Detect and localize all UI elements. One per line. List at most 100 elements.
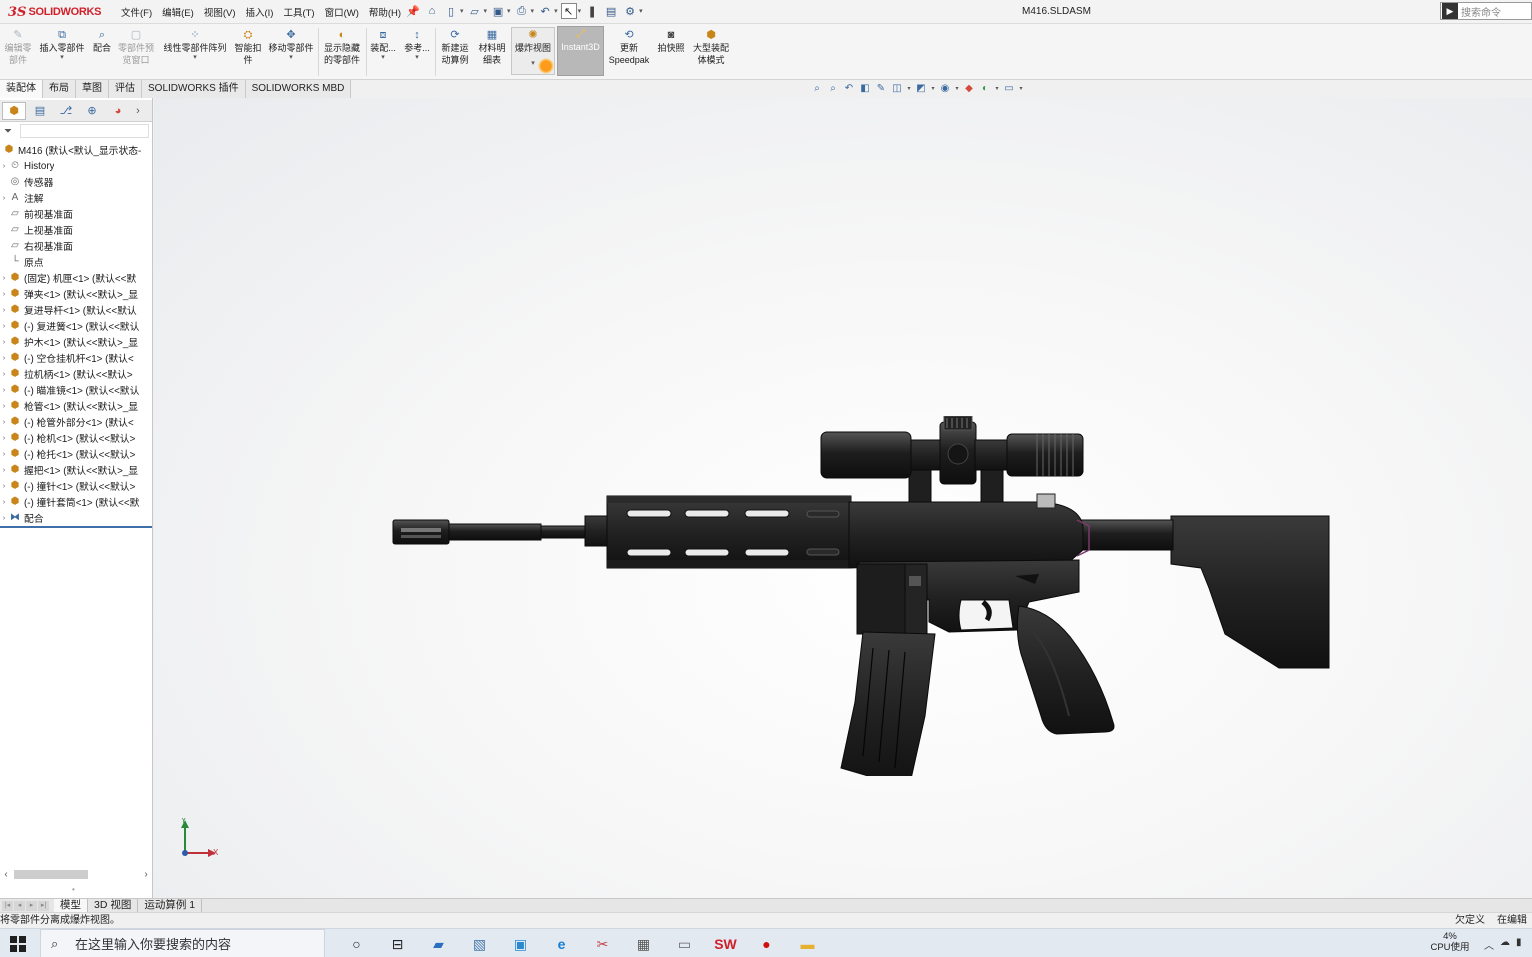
expand-arrow-icon[interactable]: › bbox=[0, 291, 8, 298]
cortana-icon[interactable]: ○ bbox=[336, 933, 377, 955]
expand-arrow-icon[interactable]: › bbox=[0, 467, 8, 474]
tree-item[interactable]: › ⬢ (-) 撞针套筒<1> (默认<<默 bbox=[0, 494, 152, 510]
search-command-icon[interactable]: ▶ bbox=[1442, 3, 1458, 19]
component-preview-window-button[interactable]: ▢ 零部件预 览窗口 bbox=[116, 28, 156, 66]
task-view-icon[interactable]: ⊟ bbox=[377, 933, 418, 955]
assembly-features-button[interactable]: ⧈ 装配... ▾ bbox=[368, 28, 398, 62]
expand-arrow-icon[interactable]: › bbox=[0, 355, 8, 362]
view-orientation-icon[interactable]: ◫ bbox=[890, 83, 904, 94]
file-properties-icon[interactable]: ▤ bbox=[603, 3, 619, 19]
scroll-track[interactable] bbox=[12, 869, 140, 879]
chevron-down-icon[interactable]: ▾ bbox=[460, 7, 464, 15]
menu-help[interactable]: 帮助(H) bbox=[364, 5, 406, 19]
chevron-down-icon[interactable]: ▾ bbox=[193, 54, 197, 62]
chevron-down-icon[interactable]: ▾ bbox=[954, 85, 960, 92]
scroll-right-icon[interactable]: › bbox=[140, 869, 152, 880]
chevron-down-icon[interactable]: ▾ bbox=[639, 7, 643, 15]
tree-item[interactable]: └ 原点 bbox=[0, 254, 152, 270]
reference-geometry-button[interactable]: ↕ 参考... ▾ bbox=[402, 28, 432, 62]
chevron-down-icon[interactable]: ▾ bbox=[60, 54, 64, 62]
menu-window[interactable]: 窗口(W) bbox=[320, 5, 364, 19]
large-assembly-mode-button[interactable]: ⬢ 大型装配 体模式 bbox=[690, 28, 732, 66]
property-manager-tab-icon[interactable]: ▤ bbox=[28, 102, 52, 120]
tree-item[interactable]: › ⬢ (-) 枪管外部分<1> (默认< bbox=[0, 414, 152, 430]
screen-recorder-icon[interactable]: ▭ bbox=[664, 933, 705, 955]
filter-input[interactable] bbox=[20, 124, 149, 138]
view-settings-icon[interactable]: ▭ bbox=[1002, 83, 1016, 94]
zoom-to-fit-icon[interactable]: ⌕ bbox=[810, 83, 824, 94]
expand-arrow-icon[interactable]: › bbox=[0, 339, 8, 346]
chevron-down-icon[interactable]: ▾ bbox=[531, 7, 535, 15]
scroll-left-icon[interactable]: ‹ bbox=[0, 869, 12, 880]
tree-item[interactable]: › ⏲ History bbox=[0, 158, 152, 174]
tree-item[interactable]: ▱ 右视基准面 bbox=[0, 238, 152, 254]
edit-appearance-icon[interactable]: ◆ bbox=[962, 83, 976, 94]
expand-arrow-icon[interactable]: › bbox=[0, 515, 8, 522]
instant3d-toggle[interactable]: ⤢ Instant3D bbox=[557, 26, 604, 76]
pin-icon[interactable]: 📌 bbox=[405, 3, 421, 19]
expand-arrow-icon[interactable]: › bbox=[0, 323, 8, 330]
windows-start-icon[interactable] bbox=[10, 936, 26, 952]
cloud-icon[interactable]: ☁ bbox=[1500, 937, 1510, 952]
expand-arrow-icon[interactable]: › bbox=[0, 499, 8, 506]
filter-icon[interactable]: ⏷ bbox=[4, 126, 12, 137]
section-view-icon[interactable]: ◧ bbox=[858, 83, 872, 94]
chevron-down-icon[interactable]: ▾ bbox=[289, 54, 293, 62]
move-component-button[interactable]: ✥ 移动零部件 ▾ bbox=[266, 28, 316, 62]
snipping-tool-icon[interactable]: ✂ bbox=[582, 933, 623, 955]
tree-item[interactable]: › ⬢ (-) 枪机<1> (默认<<默认> bbox=[0, 430, 152, 446]
show-hidden-components-button[interactable]: ◐ 显示隐藏 的零部件 bbox=[320, 28, 364, 66]
display-style-icon[interactable]: ◩ bbox=[914, 83, 928, 94]
traffic-light-icon[interactable]: ❚ bbox=[584, 3, 600, 19]
remote-desktop-icon[interactable]: ▣ bbox=[500, 933, 541, 955]
menu-insert[interactable]: 插入(I) bbox=[240, 5, 278, 19]
tree-item[interactable]: › ⬢ 复进导杆<1> (默认<<默认 bbox=[0, 302, 152, 318]
open-folder-icon[interactable]: ▱ bbox=[467, 3, 483, 19]
gear-icon[interactable]: ⚙ bbox=[622, 3, 638, 19]
calculator-icon[interactable]: ▦ bbox=[623, 933, 664, 955]
tab-evaluate[interactable]: 评估 bbox=[109, 80, 142, 98]
tab-solidworks-mbd[interactable]: SOLIDWORKS MBD bbox=[245, 80, 352, 98]
graphics-area[interactable]: Y X bbox=[154, 98, 1532, 898]
record-icon[interactable]: ● bbox=[746, 933, 787, 955]
rollback-bar[interactable] bbox=[0, 526, 152, 528]
linear-pattern-button[interactable]: ⁘ 线性零部件阵列 ▾ bbox=[160, 28, 230, 62]
last-tab-icon[interactable]: ▸| bbox=[38, 900, 49, 911]
chevron-down-icon[interactable]: ▾ bbox=[994, 85, 1000, 92]
feature-tree-tab-icon[interactable]: ⬢ bbox=[2, 101, 26, 120]
tree-item[interactable]: › ⬢ 握把<1> (默认<<默认>_显 bbox=[0, 462, 152, 478]
chevron-down-icon[interactable]: ▾ bbox=[578, 7, 582, 15]
save-icon[interactable]: ▣ bbox=[490, 3, 506, 19]
tab-model[interactable]: 模型 bbox=[54, 898, 88, 913]
chevron-down-icon[interactable]: ▾ bbox=[930, 85, 936, 92]
tree-item[interactable]: › ⬢ (-) 枪托<1> (默认<<默认> bbox=[0, 446, 152, 462]
bill-of-materials-button[interactable]: ▦ 材料明 细表 bbox=[474, 28, 510, 66]
expand-arrow-icon[interactable]: › bbox=[0, 163, 8, 170]
hide-show-items-icon[interactable]: ◉ bbox=[938, 83, 952, 94]
battery-icon[interactable]: ▮ bbox=[1516, 937, 1522, 952]
print-icon[interactable]: ⎙ bbox=[514, 3, 530, 19]
chevron-down-icon[interactable]: ▾ bbox=[415, 54, 419, 62]
mate-button[interactable]: ⌕ 配合 bbox=[90, 28, 114, 54]
tree-item[interactable]: › ⬢ (-) 瞄准镜<1> (默认<<默认 bbox=[0, 382, 152, 398]
smart-fasteners-button[interactable]: ⛭ 智能扣 件 bbox=[232, 28, 264, 66]
tree-item[interactable]: › ⧓ 配合 bbox=[0, 510, 152, 526]
expand-arrow-icon[interactable]: › bbox=[0, 195, 8, 202]
horizontal-scrollbar[interactable]: ‹ › bbox=[0, 868, 152, 880]
menu-tools[interactable]: 工具(T) bbox=[278, 5, 319, 19]
chevron-down-icon[interactable]: ▾ bbox=[484, 7, 488, 15]
cpu-usage-indicator[interactable]: 4% CPU使用 bbox=[1430, 931, 1470, 953]
expand-arrow-icon[interactable]: › bbox=[0, 451, 8, 458]
tree-item[interactable]: ▱ 前视基准面 bbox=[0, 206, 152, 222]
tree-item[interactable]: ◎ 传感器 bbox=[0, 174, 152, 190]
photos-icon[interactable]: ▧ bbox=[459, 933, 500, 955]
expand-arrow-icon[interactable]: › bbox=[0, 387, 8, 394]
expand-arrow-icon[interactable]: › bbox=[0, 371, 8, 378]
undo-icon[interactable]: ↶ bbox=[537, 3, 553, 19]
edge-browser-icon[interactable]: e bbox=[541, 933, 582, 955]
dimxpert-tab-icon[interactable]: ⊕ bbox=[80, 102, 104, 120]
first-tab-icon[interactable]: |◂ bbox=[2, 900, 13, 911]
select-arrow-icon[interactable]: ↖ bbox=[560, 3, 577, 19]
tab-layout[interactable]: 布局 bbox=[43, 80, 76, 98]
tree-item[interactable]: › ⬢ 弹夹<1> (默认<<默认>_显 bbox=[0, 286, 152, 302]
